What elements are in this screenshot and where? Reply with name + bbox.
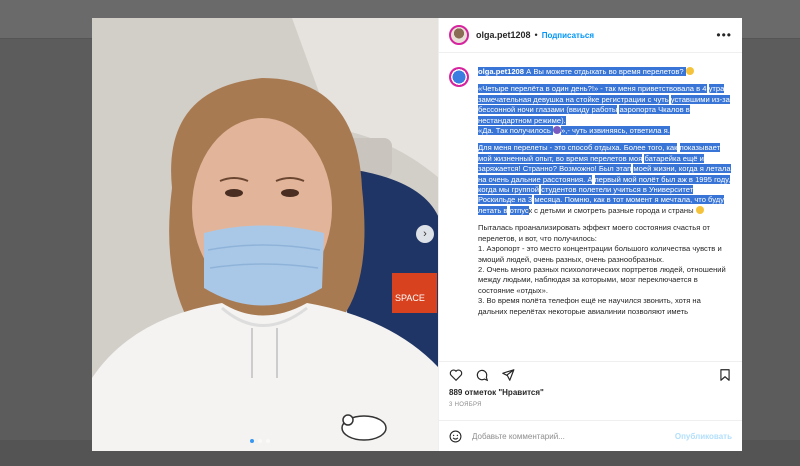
photo-illustration: SPACE — [92, 18, 438, 451]
caption-line: Для меня перелеты - это способ отдыха. Б… — [478, 143, 678, 153]
bookmark-icon[interactable] — [718, 368, 732, 382]
caption-line: 3. Во время полёта телефон ещё не научил… — [478, 296, 701, 306]
caption-line: перелетов, и вот, что получилось: — [478, 233, 597, 243]
smile-emoji-icon — [695, 205, 704, 214]
photo-seat-label: SPACE — [395, 293, 425, 303]
share-icon[interactable] — [501, 368, 515, 382]
caption-line: А Вы можете отдыхать во время перелетов? — [526, 67, 684, 76]
caption-line: «Четыре перелёта в один день?!» - так ме… — [478, 84, 707, 94]
post-header: olga.pet1208 • Подписаться ••• — [439, 18, 742, 53]
like-heart-icon[interactable] — [449, 368, 463, 382]
author-username[interactable]: olga.pet1208 — [476, 30, 531, 40]
comment-input[interactable]: Добавьте комментарий... — [472, 432, 675, 441]
carousel-dots — [250, 439, 270, 443]
emoji-picker-icon[interactable] — [449, 430, 462, 443]
carousel-dot — [258, 439, 262, 443]
carousel-dot-active — [250, 439, 254, 443]
publish-button[interactable]: Опубликовать — [675, 432, 732, 441]
post-sidebar: olga.pet1208 • Подписаться ••• olga.pet1… — [438, 18, 742, 451]
carousel-dot — [266, 439, 270, 443]
more-options-icon[interactable]: ••• — [716, 28, 732, 42]
add-comment-bar: Добавьте комментарий... Опубликовать — [439, 420, 742, 451]
caption-line: Пыталась проанализировать эффект моего с… — [478, 223, 710, 233]
likes-count[interactable]: 889 отметок "Нравится" — [439, 388, 742, 402]
smile-emoji-icon — [685, 67, 694, 75]
post-photo[interactable]: SPACE › — [92, 18, 438, 451]
caption-line: к с детьми и смотреть разные города и ст… — [528, 205, 694, 215]
comments-area[interactable]: olga.pet1208 А Вы можете отдыхать во вре… — [439, 53, 742, 361]
caption-line: »,- чуть извиняясь, ответила я. — [560, 126, 670, 136]
post-modal: SPACE › olga.pet1208 • Подписаться ••• o… — [92, 18, 742, 451]
next-photo-button[interactable]: › — [416, 225, 434, 243]
separator-dot: • — [534, 30, 538, 40]
author-avatar[interactable] — [449, 25, 469, 45]
caption-username[interactable]: olga.pet1208 — [478, 67, 525, 76]
post-caption: olga.pet1208 А Вы можете отдыхать во вре… — [449, 67, 732, 324]
caption-body: olga.pet1208 А Вы можете отдыхать во вре… — [478, 67, 732, 324]
caption-avatar[interactable] — [449, 67, 469, 87]
emoji-icon — [552, 126, 561, 135]
caption-line: 1. Аэропорт - это место концентрации бол… — [478, 244, 691, 254]
follow-button[interactable]: Подписаться — [542, 31, 594, 40]
caption-line: дальних перелётах некоторые авиалинии по… — [478, 306, 689, 316]
caption-line: 2. Очень много разных психологических по… — [478, 264, 685, 274]
comment-icon[interactable] — [475, 368, 489, 382]
post-date: 3 НОЯБРЯ — [449, 402, 482, 408]
action-bar — [439, 361, 742, 388]
caption-line: «Да. Так получилось — [478, 126, 551, 136]
caption-line: отпус — [509, 205, 529, 215]
